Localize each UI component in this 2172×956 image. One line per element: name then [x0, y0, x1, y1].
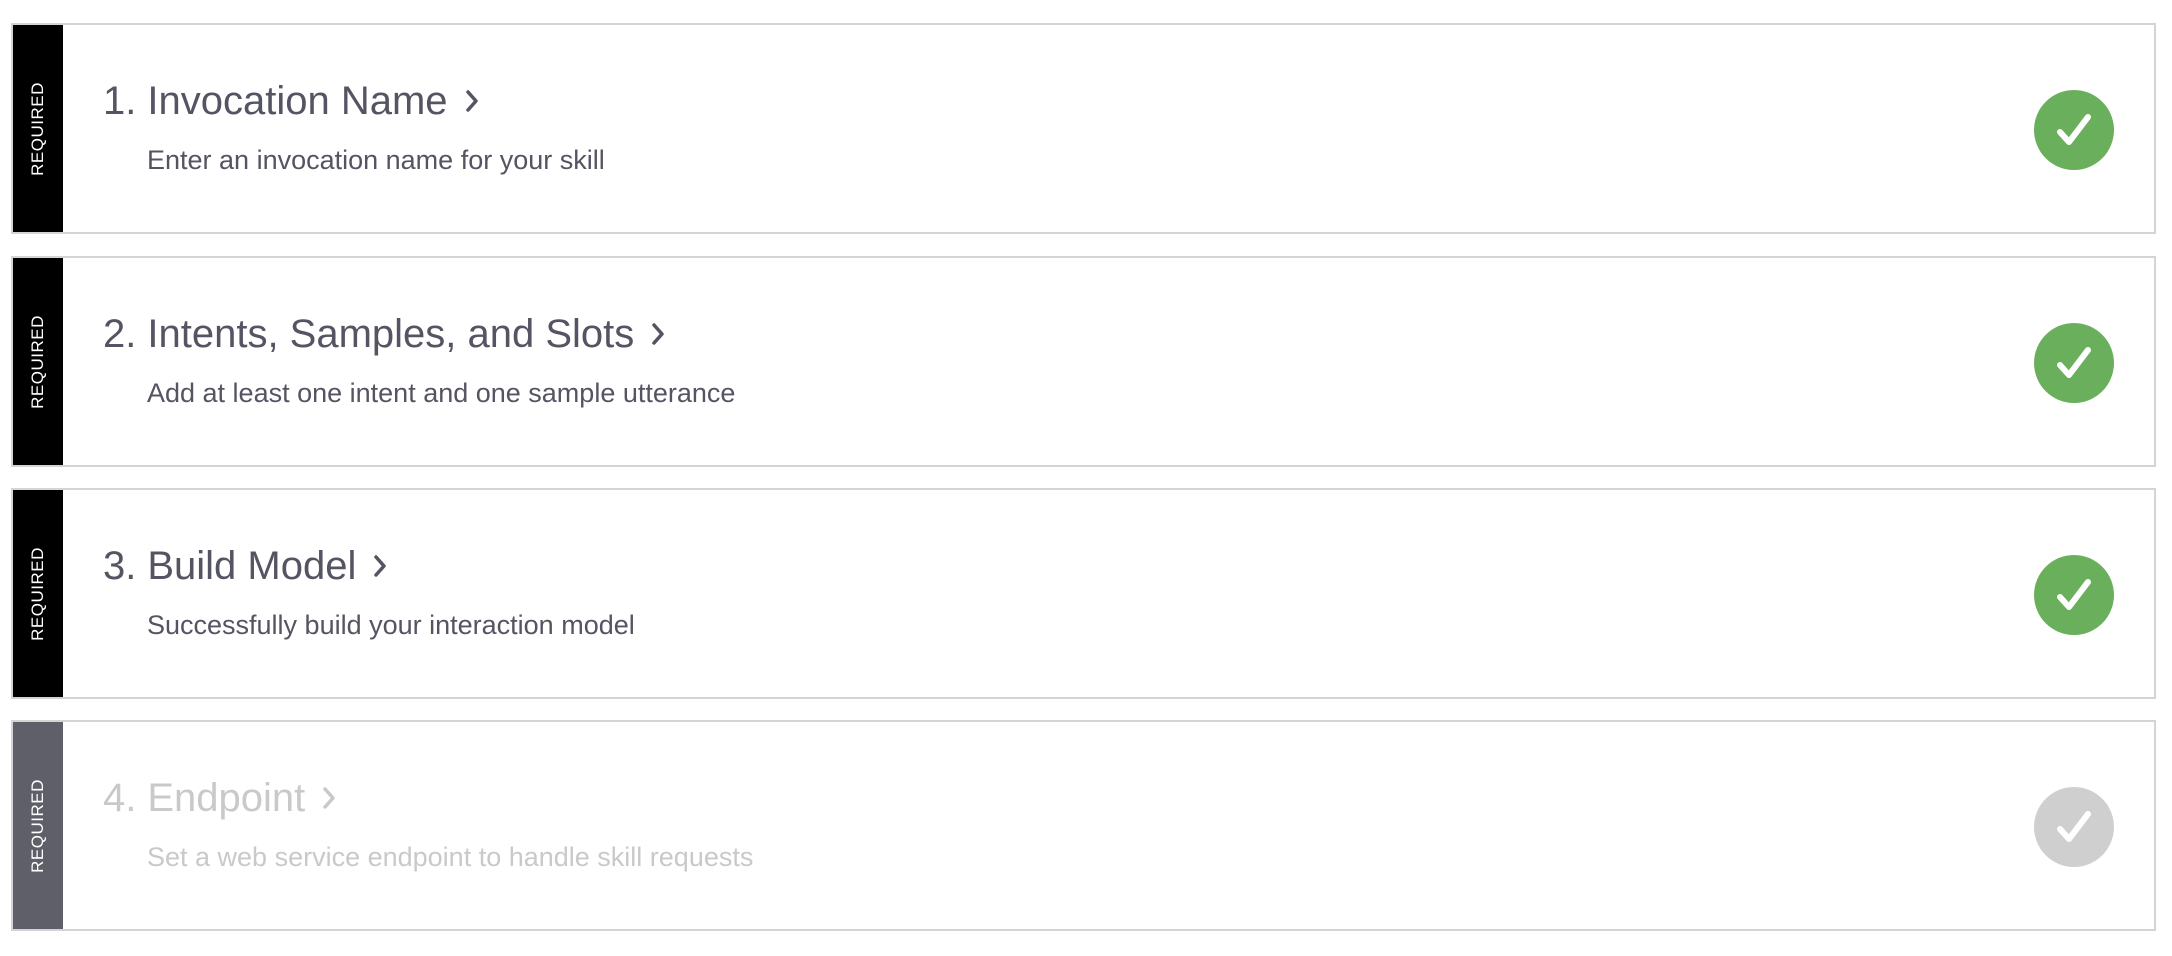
required-bar: REQUIRED	[13, 258, 63, 465]
required-label: REQUIRED	[28, 81, 48, 176]
step-description: Add at least one intent and one sample u…	[147, 378, 736, 408]
required-label: REQUIRED	[28, 778, 48, 873]
step-title-link[interactable]: 3. Build Model	[103, 542, 392, 590]
step-card-intents-samples-slots[interactable]: REQUIRED 2. Intents, Samples, and Slots …	[11, 256, 2156, 467]
step-title-link[interactable]: 1. Invocation Name	[103, 77, 484, 125]
step-card-invocation-name[interactable]: REQUIRED 1. Invocation Name Enter an inv…	[11, 23, 2156, 234]
step-title: Build Model	[147, 544, 357, 588]
chevron-right-icon	[646, 322, 670, 346]
step-title: Intents, Samples, and Slots	[147, 312, 635, 356]
check-circle-icon	[2034, 555, 2114, 635]
required-label: REQUIRED	[28, 314, 48, 409]
chevron-right-icon	[368, 554, 392, 578]
step-card-endpoint[interactable]: REQUIRED 4. Endpoint Set a web service e…	[11, 720, 2156, 931]
chevron-right-icon	[460, 89, 484, 113]
required-bar: REQUIRED	[13, 25, 63, 232]
step-number: 4.	[103, 776, 137, 820]
step-card-build-model[interactable]: REQUIRED 3. Build Model Successfully bui…	[11, 488, 2156, 699]
step-number: 1.	[103, 79, 137, 123]
step-description: Successfully build your interaction mode…	[147, 610, 635, 640]
required-label: REQUIRED	[28, 546, 48, 641]
step-number: 3.	[103, 544, 137, 588]
step-description: Enter an invocation name for your skill	[147, 145, 605, 175]
step-title: Endpoint	[147, 776, 306, 820]
skill-builder-checklist: REQUIRED 1. Invocation Name Enter an inv…	[0, 0, 2172, 956]
required-bar: REQUIRED	[13, 722, 63, 929]
step-description: Set a web service endpoint to handle ski…	[147, 842, 754, 872]
step-title-link[interactable]: 4. Endpoint	[103, 774, 341, 822]
required-bar: REQUIRED	[13, 490, 63, 697]
step-title-link[interactable]: 2. Intents, Samples, and Slots	[103, 310, 670, 358]
step-title: Invocation Name	[147, 79, 448, 123]
check-circle-icon	[2034, 90, 2114, 170]
check-circle-icon	[2034, 787, 2114, 867]
chevron-right-icon	[317, 786, 341, 810]
check-circle-icon	[2034, 323, 2114, 403]
step-number: 2.	[103, 312, 137, 356]
